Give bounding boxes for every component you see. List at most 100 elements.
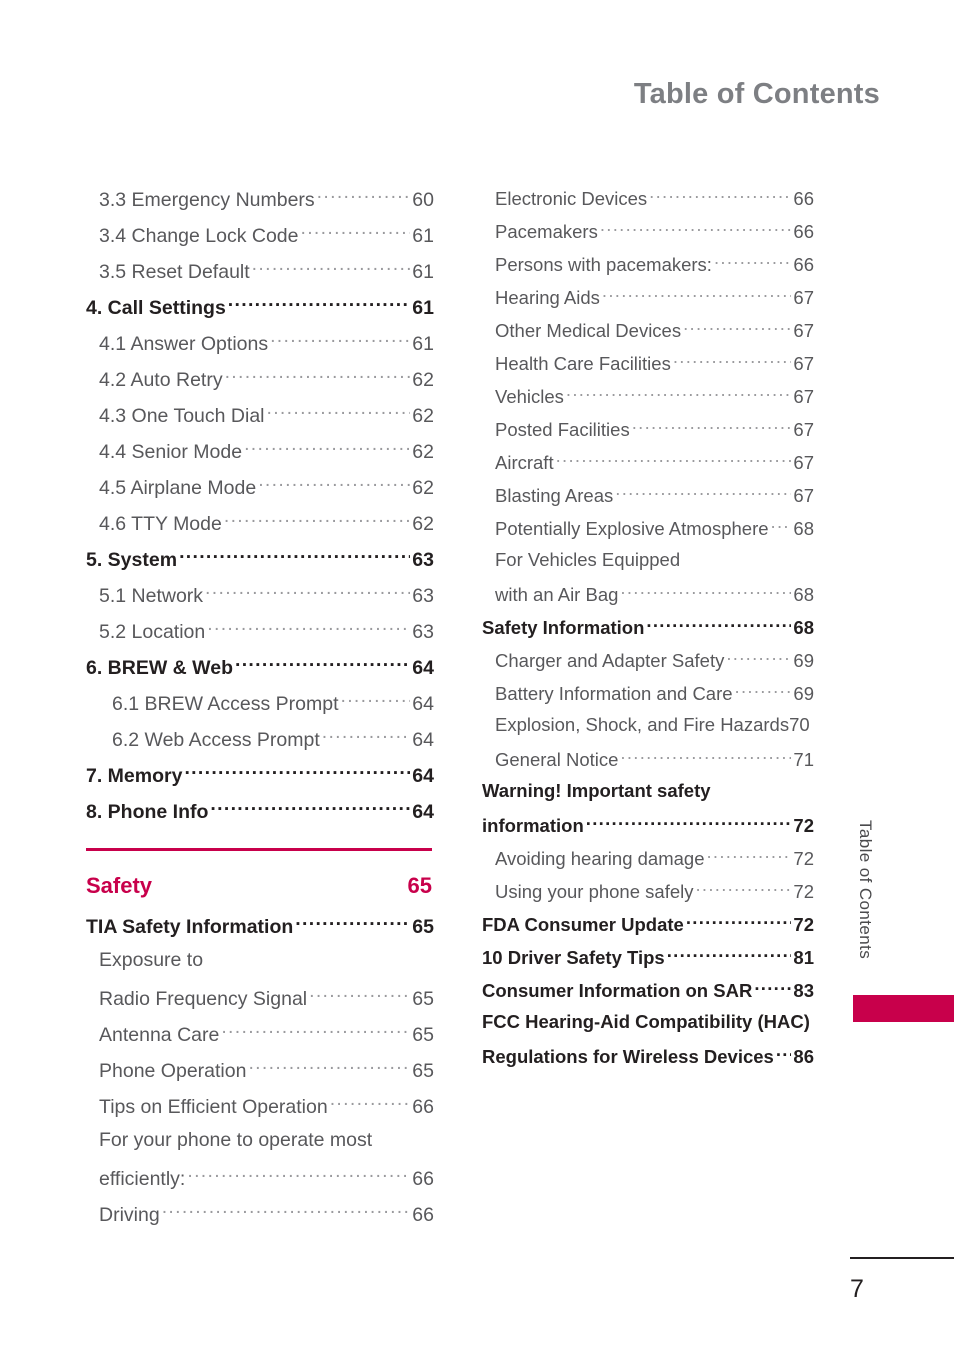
toc-leader-dots <box>341 690 411 710</box>
toc-entry[interactable]: Phone Operation 65 <box>86 1057 434 1093</box>
toc-entry[interactable]: Warning! Important safety <box>482 780 814 813</box>
toc-entry[interactable]: 4.6 TTY Mode 62 <box>86 510 434 546</box>
toc-leader-dots <box>726 648 791 667</box>
toc-entry-page: 66 <box>412 1095 434 1118</box>
toc-entry[interactable]: 6.1 BREW Access Prompt 64 <box>86 690 434 726</box>
toc-leader-dots <box>179 546 410 566</box>
toc-entry[interactable]: 4.1 Answer Options 61 <box>86 330 434 366</box>
toc-entry[interactable]: 6.2 Web Access Prompt 64 <box>86 726 434 762</box>
toc-entry[interactable]: FCC Hearing-Aid Compatibility (HAC) <box>482 1011 814 1044</box>
section-heading-safety[interactable]: Safety 65 <box>86 851 432 913</box>
toc-entry[interactable]: 4. Call Settings 61 <box>86 294 434 330</box>
toc-entry-page: 67 <box>793 319 814 341</box>
toc-entry-title: 6.1 BREW Access Prompt <box>112 692 339 715</box>
toc-entry[interactable]: Battery Information and Care 69 <box>482 681 814 714</box>
toc-entry[interactable]: 5.1 Network 63 <box>86 582 434 618</box>
toc-entry-page: 65 <box>412 987 434 1010</box>
toc-column-left: 3.3 Emergency Numbers 60 3.4 Change Lock C… <box>86 186 434 1237</box>
toc-entry-page: 64 <box>412 764 434 787</box>
toc-entry[interactable]: Pacemakers 66 <box>482 219 814 252</box>
toc-entry[interactable]: 6. BREW & Web 64 <box>86 654 434 690</box>
toc-entry-title: Consumer Information on SAR <box>482 979 753 1001</box>
toc-entry[interactable]: Hearing Aids 67 <box>482 285 814 318</box>
toc-entry[interactable]: FDA Consumer Update 72 <box>482 912 814 945</box>
toc-entry-page: 67 <box>793 385 814 407</box>
side-tab: Table of Contents <box>855 820 885 1000</box>
toc-leader-dots <box>295 913 410 933</box>
toc-entry[interactable]: Tips on Efficient Operation 66 <box>86 1093 434 1129</box>
toc-entry[interactable]: TIA Safety Information 65 <box>86 913 434 949</box>
toc-entry[interactable]: For your phone to operate most <box>86 1129 434 1165</box>
toc-entry-page: 63 <box>412 548 434 571</box>
toc-entry-title: efficiently: <box>99 1167 186 1190</box>
toc-entry-page: 86 <box>793 1045 814 1067</box>
toc-leader-dots <box>556 450 792 469</box>
toc-entry-page: 64 <box>412 656 434 679</box>
toc-entry[interactable]: Regulations for Wireless Devices 86 <box>482 1044 814 1077</box>
toc-entry[interactable]: Using your phone safely 72 <box>482 879 814 912</box>
toc-entry[interactable]: 5. System 63 <box>86 546 434 582</box>
toc-entry-title: Battery Information and Care <box>495 682 733 704</box>
toc-entry-title: Aircraft <box>495 451 554 473</box>
toc-entry[interactable]: efficiently: 66 <box>86 1165 434 1201</box>
toc-entry-page: 61 <box>412 296 434 319</box>
toc-entry-title: 4. Call Settings <box>86 296 226 319</box>
toc-leader-dots <box>667 945 792 964</box>
toc-entry[interactable]: Avoiding hearing damage 72 <box>482 846 814 879</box>
toc-leader-dots <box>207 618 410 638</box>
toc-entry[interactable]: 4.2 Auto Retry 62 <box>86 366 434 402</box>
toc-leader-dots <box>270 330 410 350</box>
toc-leader-dots <box>322 726 411 746</box>
toc-entry[interactable]: Electronic Devices 66 <box>482 186 814 219</box>
toc-entry[interactable]: Potentially Explosive Atmosphere 68 <box>482 516 814 549</box>
toc-entry[interactable]: 3.3 Emergency Numbers 60 <box>86 186 434 222</box>
toc-entry-title: Driving <box>99 1203 160 1226</box>
toc-entry[interactable]: Charger and Adapter Safety 69 <box>482 648 814 681</box>
toc-entry-page: 62 <box>412 368 434 391</box>
toc-entry[interactable]: Explosion, Shock, and Fire Hazards 70 <box>482 714 814 747</box>
toc-leader-dots <box>309 985 410 1005</box>
toc-entry-page: 62 <box>412 476 434 499</box>
toc-entry[interactable]: Radio Frequency Signal 65 <box>86 985 434 1021</box>
toc-entry[interactable]: Exposure to <box>86 949 434 985</box>
toc-entry[interactable]: Safety Information 68 <box>482 615 814 648</box>
toc-entry[interactable]: General Notice 71 <box>482 747 814 780</box>
toc-entry[interactable]: with an Air Bag 68 <box>482 582 814 615</box>
toc-entry[interactable]: Aircraft 67 <box>482 450 814 483</box>
toc-entry[interactable]: Vehicles 67 <box>482 384 814 417</box>
toc-entry-title: Posted Facilities <box>495 418 630 440</box>
toc-leader-dots <box>252 258 411 278</box>
side-tab-marker <box>853 995 954 1022</box>
toc-entry[interactable]: Antenna Care 65 <box>86 1021 434 1057</box>
toc-entry[interactable]: 4.3 One Touch Dial 62 <box>86 402 434 438</box>
toc-entry[interactable]: Health Care Facilities 67 <box>482 351 814 384</box>
toc-entry[interactable]: information 72 <box>482 813 814 846</box>
toc-entry-page: 70 <box>789 714 810 735</box>
toc-entry[interactable]: 3.4 Change Lock Code 61 <box>86 222 434 258</box>
toc-entry-title: 4.4 Senior Mode <box>99 440 243 463</box>
toc-leader-dots <box>248 1057 410 1077</box>
toc-entry-title: Using your phone safely <box>495 880 694 902</box>
toc-entry[interactable]: 10 Driver Safety Tips 81 <box>482 945 814 978</box>
toc-entry[interactable]: 4.4 Senior Mode 62 <box>86 438 434 474</box>
toc-entry[interactable]: 8. Phone Info 64 <box>86 798 434 834</box>
toc-entry-page: 66 <box>793 220 814 242</box>
toc-entry-title: Electronic Devices <box>495 187 648 209</box>
toc-entry-title: 5.1 Network <box>99 584 204 607</box>
toc-entry[interactable]: Driving 66 <box>86 1201 434 1237</box>
toc-entry-page: 72 <box>793 880 814 902</box>
toc-entry-page: 66 <box>793 253 814 275</box>
toc-entry-title: 3.5 Reset Default <box>99 260 250 283</box>
toc-leader-dots <box>317 186 411 206</box>
toc-entry[interactable]: Posted Facilities 67 <box>482 417 814 450</box>
toc-entry[interactable]: 7. Memory 64 <box>86 762 434 798</box>
toc-entry[interactable]: Persons with pacemakers: 66 <box>482 252 814 285</box>
toc-entry[interactable]: 5.2 Location 63 <box>86 618 434 654</box>
toc-entry[interactable]: Other Medical Devices 67 <box>482 318 814 351</box>
toc-entry[interactable]: 3.5 Reset Default 61 <box>86 258 434 294</box>
toc-entry-title: For your phone to operate most <box>99 1129 373 1151</box>
toc-entry[interactable]: For Vehicles Equipped <box>482 549 814 582</box>
toc-entry[interactable]: Consumer Information on SAR 83 <box>482 978 814 1011</box>
toc-entry[interactable]: Blasting Areas 67 <box>482 483 814 516</box>
toc-entry[interactable]: 4.5 Airplane Mode 62 <box>86 474 434 510</box>
